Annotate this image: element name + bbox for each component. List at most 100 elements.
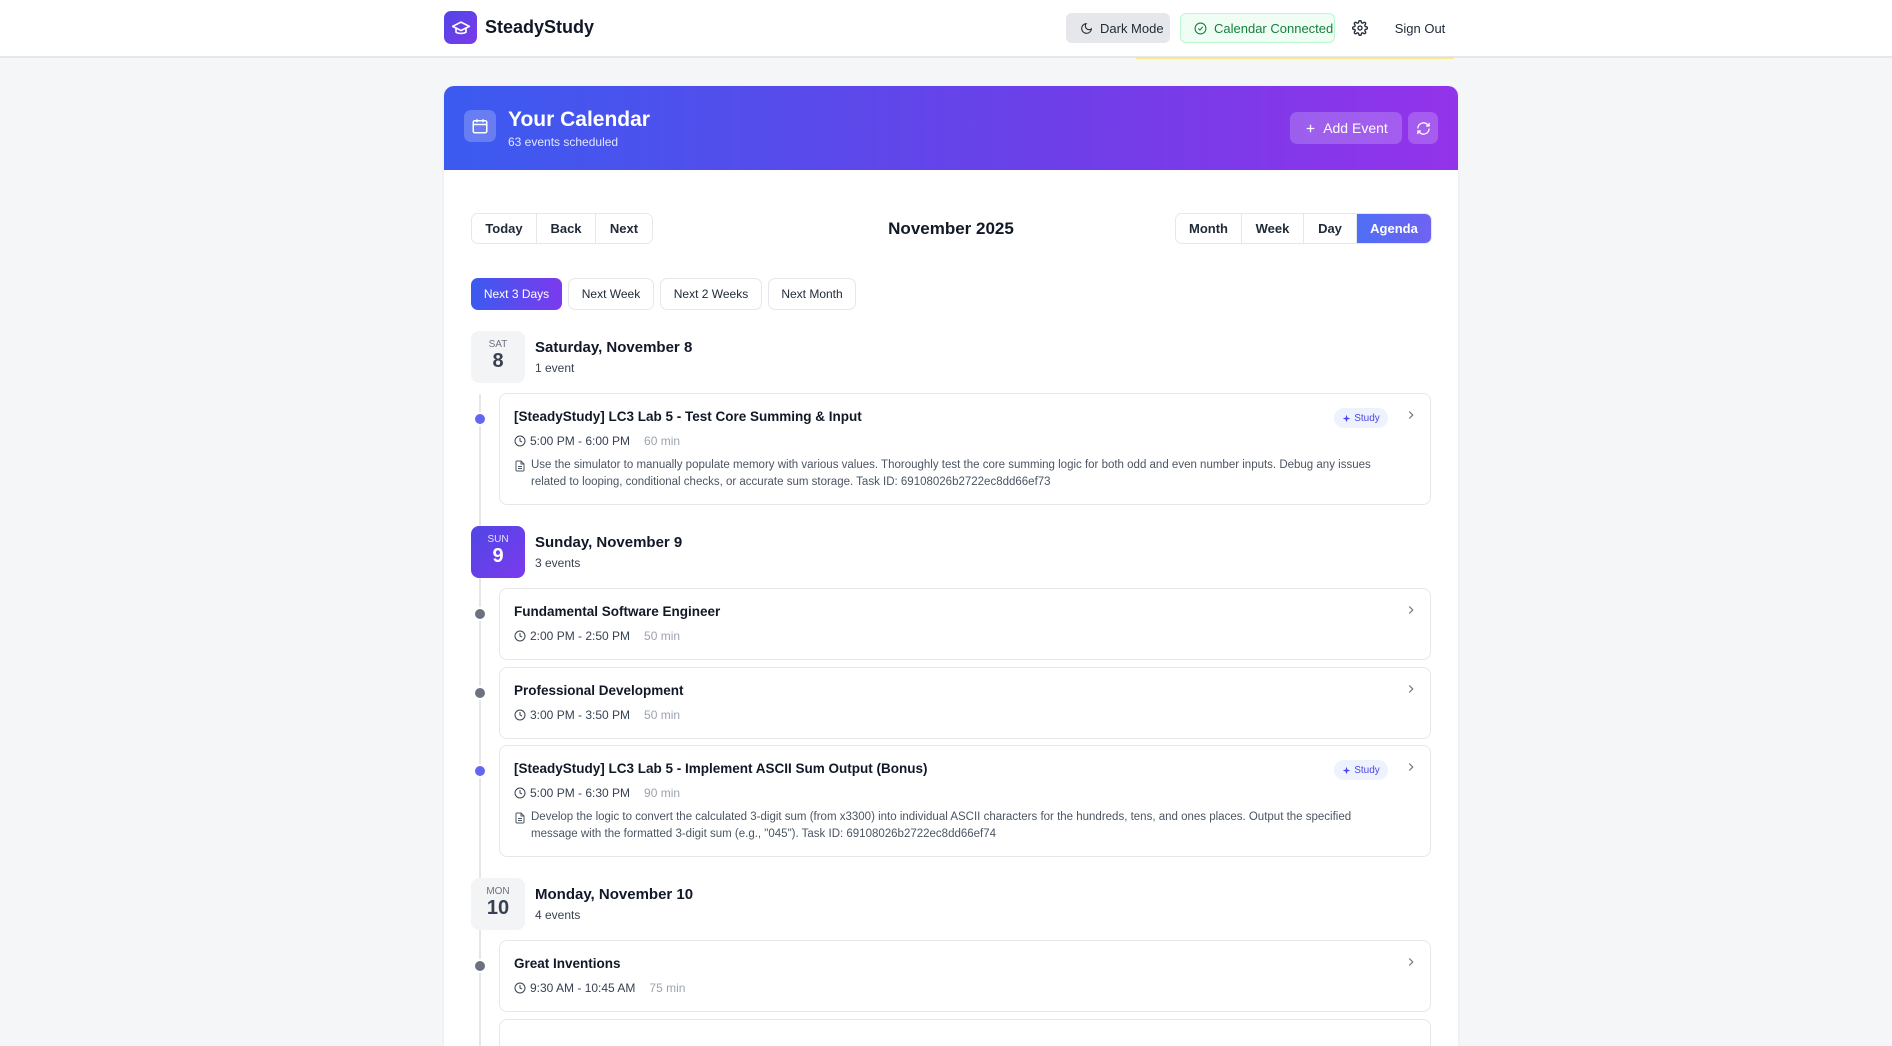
date-dow: MON [486,886,510,897]
app-logo[interactable]: SteadyStudy [444,11,594,44]
event-card[interactable]: Professional Development 3:00 PM - 3:50 … [499,667,1431,739]
view-agenda-button[interactable]: Agenda [1357,214,1431,243]
event-title: [SteadyStudy] LC3 Lab 5 - Implement ASCI… [514,761,928,776]
event-time-row: 5:00 PM - 6:00 PM 60 min [514,434,680,448]
event-description-row: Use the simulator to manually populate m… [514,457,1394,491]
clock-icon [514,630,526,642]
navbar-accent [1136,57,1454,59]
event-time: 9:30 AM - 10:45 AM [530,981,636,995]
next-button[interactable]: Next [596,214,652,243]
event-description: Develop the logic to convert the calcula… [531,811,1352,840]
day-event-count: 1 event [535,361,575,375]
view-week-button[interactable]: Week [1242,214,1304,243]
date-number: 10 [486,897,510,919]
view-button-group: Month Week Day Agenda [1175,213,1432,244]
clock-icon [514,435,526,447]
date-number: 9 [492,545,504,567]
day-title: Sunday, November 9 [535,534,683,551]
date-dow: SUN [487,534,509,545]
calendar-card: Your Calendar 63 events scheduled Add Ev… [444,86,1458,1046]
timeline-dot [473,686,487,700]
event-description-row: Develop the logic to convert the calcula… [514,809,1394,843]
app-name: SteadyStudy [485,17,595,37]
date-badge: MON 10 [471,878,525,930]
graduation-cap-icon [444,11,477,44]
sparkle-icon [1342,414,1351,422]
event-time-row: 2:00 PM - 2:50 PM 50 min [514,629,680,643]
event-duration: 75 min [649,981,686,995]
sign-out-button[interactable]: Sign Out [1390,13,1450,43]
study-tag: Study [1334,760,1388,780]
event-card[interactable]: Great Inventions 9:30 AM - 10:45 AM 75 m… [499,940,1431,1012]
day-title: Saturday, November 8 [535,339,693,356]
calendar-connected-label: Calendar Connected [1214,20,1334,36]
date-badge: SAT 8 [471,331,525,383]
refresh-button[interactable] [1408,112,1438,144]
range-next-2-weeks[interactable]: Next 2 Weeks [660,278,762,310]
event-duration: 60 min [644,434,681,448]
timeline-line [479,941,481,1046]
current-month-label: November 2025 [888,219,1014,238]
events-count: 63 events scheduled [508,135,619,149]
event-time: 2:00 PM - 2:50 PM [530,629,631,643]
study-tag-label: Study [1354,412,1380,424]
event-title: Professional Development [514,683,684,698]
clock-icon [514,709,526,721]
event-card[interactable]: [SteadyStudy] LC3 Lab 5 - Test Core Summ… [499,393,1431,505]
day-event-count: 4 events [535,908,581,922]
event-title: Fundamental Software Engineer [514,604,721,619]
refresh-icon [1416,121,1430,135]
event-duration: 50 min [644,708,681,722]
event-time-row: 9:30 AM - 10:45 AM 75 min [514,981,685,995]
day-title: Monday, November 10 [535,886,694,903]
add-event-label: Add Event [1323,120,1388,136]
range-next-3-days[interactable]: Next 3 Days [471,278,562,310]
event-time-row: 3:00 PM - 3:50 PM 50 min [514,708,680,722]
event-duration: 90 min [644,786,681,800]
sparkle-icon [1342,766,1351,774]
document-icon [515,812,525,824]
clock-icon [514,787,526,799]
day-event-count: 3 events [535,556,581,570]
date-number: 8 [492,350,504,372]
document-icon [515,460,525,472]
add-event-button[interactable]: Add Event [1290,112,1402,144]
chevron-right-icon [1408,606,1414,614]
calendar-header: Your Calendar 63 events scheduled Add Ev… [444,86,1458,170]
chevron-right-icon [1408,685,1414,693]
dark-mode-label: Dark Mode [1100,20,1164,36]
study-tag-label: Study [1354,764,1380,776]
timeline-dot [473,959,487,973]
timeline-dot [473,764,487,778]
top-navbar: SteadyStudy Dark Mode Calendar Connected… [0,0,1892,59]
event-time: 5:00 PM - 6:00 PM [530,434,631,448]
event-time: 5:00 PM - 6:30 PM [530,786,631,800]
date-dow: SAT [488,339,508,350]
event-time: 3:00 PM - 3:50 PM [530,708,631,722]
view-month-button[interactable]: Month [1176,214,1242,243]
settings-button[interactable] [1348,13,1372,43]
dark-mode-button[interactable]: Dark Mode [1066,13,1170,43]
calendar-title: Your Calendar [508,108,650,131]
study-tag: Study [1334,408,1388,428]
back-button[interactable]: Back [537,214,596,243]
timeline-dot [473,607,487,621]
calendar-icon [464,110,496,142]
event-card[interactable] [499,1019,1431,1046]
chevron-right-icon [1408,411,1414,419]
event-card[interactable]: [SteadyStudy] LC3 Lab 5 - Implement ASCI… [499,745,1431,857]
gear-icon [1352,20,1368,36]
view-day-button[interactable]: Day [1304,214,1357,243]
navigation-button-group: Today Back Next [471,213,653,244]
event-card[interactable]: Fundamental Software Engineer 2:00 PM - … [499,588,1431,660]
today-button[interactable]: Today [472,214,537,243]
calendar-connected-button[interactable]: Calendar Connected [1180,13,1335,43]
range-next-week[interactable]: Next Week [568,278,654,310]
chevron-right-icon [1408,763,1414,771]
event-time-row: 5:00 PM - 6:30 PM 90 min [514,786,680,800]
event-title: Great Inventions [514,956,621,971]
plus-icon [1306,124,1315,132]
timeline-dot [473,412,487,426]
range-next-month[interactable]: Next Month [768,278,856,310]
event-description: Use the simulator to manually populate m… [531,459,1371,488]
